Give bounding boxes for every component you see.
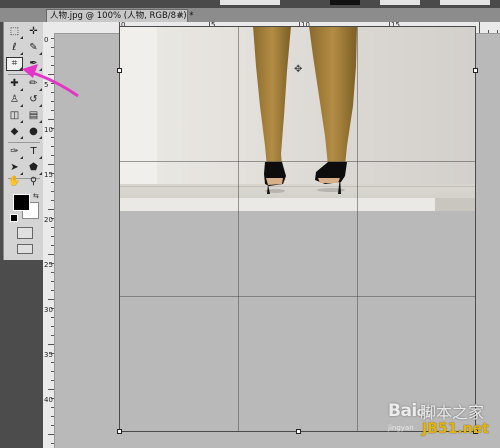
- ruler-tick: [51, 443, 54, 444]
- ruler-tick: [51, 371, 54, 372]
- ruler-number: 20: [44, 216, 53, 224]
- ruler-tick: [51, 407, 54, 408]
- ruler-tick: [48, 344, 54, 345]
- ruler-tick: [51, 290, 54, 291]
- ruler-tick: [51, 182, 54, 183]
- ruler-tick: [51, 236, 54, 237]
- ruler-tick: [51, 200, 54, 201]
- ruler-tick: [51, 137, 54, 138]
- crop-handle-right[interactable]: [473, 68, 478, 73]
- ruler-tick: [51, 155, 54, 156]
- crop-handle-bottom[interactable]: [296, 429, 301, 434]
- eraser-tool-icon[interactable]: ◫: [6, 109, 23, 123]
- watermark: Baidu 脚本之家 jingyan JB51.net: [383, 395, 500, 448]
- ruler-tick: [48, 389, 54, 390]
- path-select-tool-icon[interactable]: ➤: [6, 161, 23, 175]
- ruler-tick: [51, 272, 54, 273]
- ruler-tick: [48, 299, 54, 300]
- screen-mode-icon[interactable]: [17, 244, 33, 254]
- ruler-tick: [51, 146, 54, 147]
- ruler-tick: [51, 227, 54, 228]
- ruler-tick: [51, 110, 54, 111]
- crop-grid-line: [238, 27, 239, 431]
- ruler-tick: [48, 254, 54, 255]
- watermark-sub: jingyan: [388, 424, 414, 432]
- ruler-number: 15: [44, 171, 53, 179]
- ruler-number: 35: [44, 351, 53, 359]
- ruler-tick: [479, 22, 480, 33]
- close-icon[interactable]: ×: [177, 12, 185, 20]
- ruler-tick: [51, 191, 54, 192]
- swap-colors-icon[interactable]: ⇆: [33, 192, 39, 200]
- crop-grid-line: [120, 296, 475, 297]
- zoom-tool-icon[interactable]: ⚲: [25, 175, 42, 189]
- ruler-tick: [51, 281, 54, 282]
- ruler-tick: [51, 380, 54, 381]
- type-tool-icon[interactable]: T: [25, 145, 42, 159]
- annotation-arrow: [22, 64, 79, 98]
- gradient-tool-icon[interactable]: ▤: [25, 109, 42, 123]
- ruler-tick: [51, 416, 54, 417]
- crop-handle-bottom-left[interactable]: [117, 429, 122, 434]
- ruler-tick: [51, 317, 54, 318]
- crop-grid-line: [357, 27, 358, 431]
- ruler-tick: [497, 30, 498, 33]
- ruler-tick: [51, 245, 54, 246]
- ruler-tick: [51, 335, 54, 336]
- crop-box[interactable]: [119, 26, 476, 432]
- hand-tool-icon[interactable]: ✋: [6, 175, 23, 189]
- ruler-tick: [48, 434, 54, 435]
- watermark-site: JB51.net: [422, 421, 489, 437]
- watermark-cn-text: 脚本之家: [420, 403, 485, 422]
- ruler-tick: [48, 164, 54, 165]
- crop-grid-line: [120, 161, 475, 162]
- ruler-tick: [51, 362, 54, 363]
- ruler-number: 10: [44, 126, 53, 134]
- dodge-tool-icon[interactable]: ●: [25, 125, 42, 139]
- blur-tool-icon[interactable]: ◆: [6, 125, 23, 139]
- pen-tool-icon[interactable]: ✑: [6, 145, 23, 159]
- crop-handle-left[interactable]: [117, 68, 122, 73]
- ruler-number: 25: [44, 261, 53, 269]
- foreground-color-swatch[interactable]: [13, 194, 30, 211]
- ruler-tick: [51, 326, 54, 327]
- ruler-tick: [488, 30, 489, 33]
- ruler-number: 40: [44, 396, 53, 404]
- crop-center-point-icon[interactable]: ✥: [294, 65, 302, 75]
- ruler-tick: [51, 425, 54, 426]
- default-colors-icon[interactable]: [10, 214, 18, 222]
- quick-mask-icon[interactable]: [17, 227, 33, 239]
- ruler-tick: [48, 119, 54, 120]
- ruler-tick: [48, 209, 54, 210]
- shape-tool-icon[interactable]: ⬟: [25, 161, 42, 175]
- ruler-number: 30: [44, 306, 53, 314]
